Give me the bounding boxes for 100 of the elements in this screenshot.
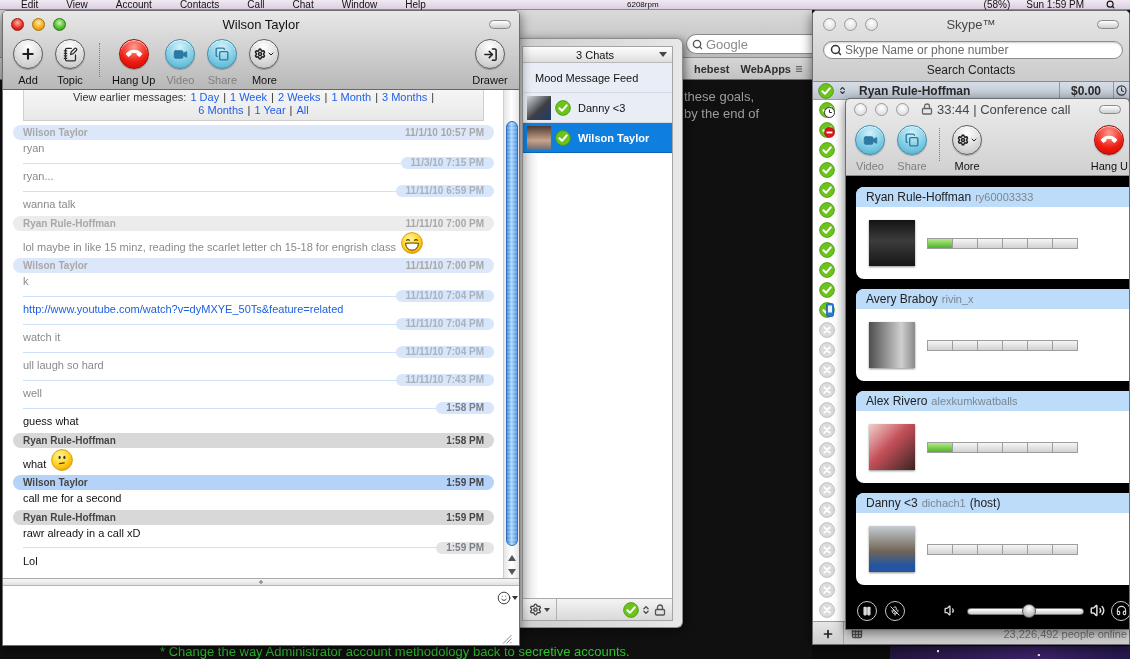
zoom-icon[interactable] — [896, 102, 909, 116]
history-link[interactable]: 6 Months — [198, 104, 244, 117]
message-text: lol maybe in like 15 minz, reading the scarlet letter ch 15-18 for engrish class — [23, 239, 396, 254]
chats-dropdown[interactable]: 3 Chats — [523, 47, 672, 63]
timestamp: 11/11/10 7:04 PM — [395, 290, 494, 302]
search-field[interactable]: Google — [686, 34, 812, 54]
history-link[interactable]: 1 Week — [230, 91, 268, 104]
volume-slider[interactable] — [967, 603, 1084, 618]
history-link[interactable]: 1 Year — [254, 104, 286, 117]
chat-list-item[interactable]: Mood Message Feed — [523, 63, 672, 93]
divider-text: | — [271, 91, 274, 104]
resize-grip-icon[interactable] — [502, 634, 512, 644]
search-field[interactable]: Skype Name or phone number — [823, 41, 1123, 59]
menu-item[interactable]: Edit — [7, 0, 53, 9]
window-title: 33:44 | Conference call — [937, 101, 1071, 117]
menu-item[interactable]: Contacts — [165, 0, 234, 9]
scrollbar[interactable] — [503, 90, 519, 578]
participant-name: Alex Rivero — [866, 394, 928, 408]
close-icon[interactable] — [823, 17, 836, 31]
zoom-icon[interactable] — [53, 18, 66, 31]
minimize-icon[interactable] — [875, 102, 888, 116]
credit-balance: $0.00 — [1069, 83, 1102, 98]
timestamp: 11/1/10 10:57 PM — [405, 127, 484, 138]
bookmark[interactable]: hebest — [694, 62, 730, 75]
participant-handle: ry60003333 — [975, 191, 1034, 203]
capsule-icon[interactable] — [1099, 104, 1121, 114]
history-link[interactable]: 2 Weeks — [277, 91, 321, 104]
capsule-icon[interactable] — [489, 20, 511, 29]
search-icon — [830, 44, 842, 56]
clock-text: Sun 1:59 PM — [1026, 0, 1085, 9]
capsule-icon[interactable] — [1097, 19, 1119, 29]
speaker-high-icon[interactable] — [1090, 603, 1105, 618]
earlier-messages-label: View earlier messages: — [72, 91, 187, 104]
timestamp: 11/11/10 7:04 PM — [395, 346, 494, 358]
page-note: * Change the way Administrator account methodology back to secretive accounts. — [160, 645, 630, 659]
minimize-icon[interactable] — [844, 17, 857, 31]
video-camera-icon — [855, 125, 885, 155]
timestamp: 1:58 PM — [446, 434, 484, 446]
message-link[interactable]: http://www.youtube.com/watch?v=dyMXYE_50Ts&feature=related — [23, 302, 344, 316]
timestamp: 11/3/10 7:15 PM — [400, 157, 494, 169]
timestamp: 1:59 PM — [446, 477, 484, 488]
sender-name: Ryan Rule-Hoffman — [23, 434, 116, 446]
account-name: Ryan Rule-Hoffman — [859, 83, 971, 98]
lock-icon[interactable] — [654, 603, 666, 616]
search-icon[interactable] — [1106, 0, 1116, 9]
page-text: these goals, by the end of — [684, 88, 760, 122]
slider-thumb[interactable] — [1022, 603, 1036, 618]
video-camera-icon — [165, 39, 196, 69]
topic-button[interactable]: Topic — [49, 39, 91, 86]
scrollbar-thumb[interactable] — [505, 121, 518, 546]
menu-item[interactable]: Call — [233, 0, 279, 9]
photo-placeholder — [527, 95, 551, 120]
message-text: watch it — [23, 330, 61, 344]
menu-item[interactable]: View — [52, 0, 102, 9]
drawer-button[interactable]: Drawer — [467, 39, 513, 86]
add-button[interactable]: Add — [7, 39, 49, 86]
clock-icon[interactable] — [1116, 85, 1127, 96]
divider-text: | — [247, 104, 251, 117]
participant-handle: dichach1 — [921, 497, 966, 509]
participant-name: Ryan Rule-Hoffman — [866, 190, 972, 204]
phone-handset-icon — [1094, 125, 1125, 155]
history-link[interactable]: 1 Month — [331, 91, 372, 104]
history-link[interactable]: 3 Months — [382, 91, 428, 104]
more-button[interactable]: More — [946, 125, 988, 172]
close-icon[interactable] — [11, 18, 24, 31]
sender-name: Wilson Taylor — [23, 260, 88, 271]
hang-up-button[interactable]: Hang Up — [108, 39, 160, 86]
up-down-arrows-icon[interactable] — [838, 86, 847, 95]
photo-placeholder — [869, 424, 915, 470]
timestamp: 1:59 PM — [446, 511, 484, 523]
message-text: k — [23, 274, 29, 288]
gear-icon — [529, 603, 542, 616]
chat-list-item[interactable]: Danny <3 — [523, 93, 672, 123]
emoticon-button[interactable] — [496, 591, 518, 605]
message-text: rawr already in a call xD — [23, 525, 141, 540]
zoom-icon[interactable] — [865, 17, 878, 31]
menu-item[interactable]: Chat — [278, 0, 328, 9]
check-status-icon[interactable] — [818, 82, 834, 99]
menu-item[interactable]: Help — [391, 0, 440, 9]
minimize-icon[interactable] — [32, 18, 45, 31]
speaker-low-icon[interactable] — [944, 604, 957, 617]
message-text: Lol — [23, 553, 38, 568]
gear-icon — [952, 125, 982, 155]
menu-item[interactable]: Account — [101, 0, 166, 9]
bookmark[interactable]: WebApps — [740, 62, 803, 75]
photo-placeholder — [869, 322, 915, 368]
overlapping-squares-icon — [897, 125, 927, 155]
plus-icon — [13, 39, 43, 69]
message-text: ryan — [23, 141, 45, 155]
more-button[interactable]: More — [243, 39, 286, 86]
chat-list-item[interactable]: Wilson Taylor — [523, 123, 672, 153]
divider-text: | — [324, 91, 328, 104]
menu-item[interactable]: Window — [327, 0, 392, 9]
history-link[interactable]: All — [296, 104, 309, 117]
divider-text: | — [431, 91, 435, 104]
plus-icon — [822, 628, 834, 640]
hang-up-button[interactable]: Hang U — [1089, 125, 1129, 172]
message-text: ryan... — [23, 169, 54, 183]
history-link[interactable]: 1 Day — [190, 91, 220, 104]
arrow-into-panel-icon — [475, 39, 505, 69]
